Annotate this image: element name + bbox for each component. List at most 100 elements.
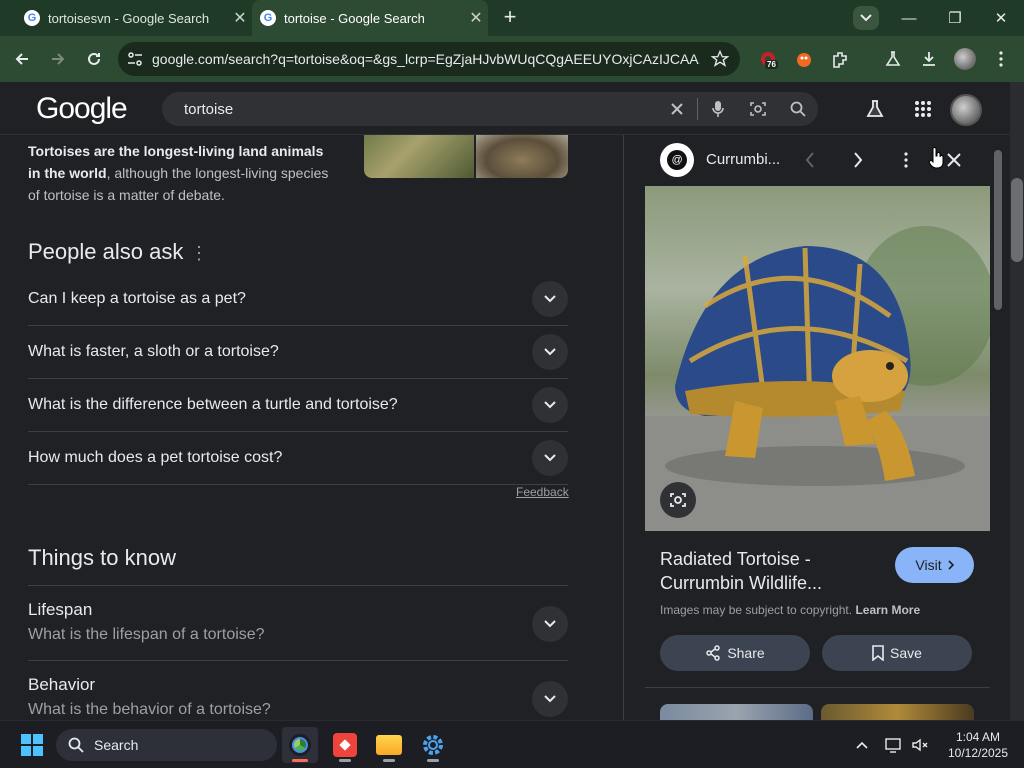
save-button[interactable]: Save	[822, 635, 972, 671]
item-heading: Lifespan	[28, 600, 93, 619]
google-account-avatar[interactable]	[950, 94, 982, 126]
google-apps-grid-icon[interactable]	[910, 96, 936, 122]
tortoise-shell-thumbnail-image[interactable]	[476, 135, 568, 178]
tab-tortoise[interactable]: G tortoise - Google Search ✕	[252, 0, 488, 36]
taskbar-search-box[interactable]: Search	[56, 729, 277, 761]
show-hidden-icons-chevron-icon[interactable]	[852, 735, 872, 755]
url-text[interactable]: google.com/search?q=tortoise&oq=&gs_lcrp…	[152, 51, 700, 67]
close-tab-icon[interactable]: ✕	[228, 8, 252, 28]
active-indicator	[292, 759, 308, 762]
item-heading: Behavior	[28, 675, 96, 694]
source-site-logo[interactable]: @	[660, 143, 694, 177]
next-image-arrow-icon[interactable]	[845, 147, 871, 173]
menu-dots-icon[interactable]	[988, 46, 1014, 72]
share-label: Share	[727, 645, 765, 661]
running-indicator	[427, 759, 439, 762]
search-input[interactable]	[162, 100, 657, 118]
question-text: What is faster, a sloth or a tortoise?	[28, 343, 279, 360]
more-options-icon[interactable]	[893, 147, 919, 173]
paa-question[interactable]: Can I keep a tortoise as a pet?	[28, 273, 568, 326]
things-to-know-item[interactable]: Lifespan What is the lifespan of a torto…	[28, 585, 568, 660]
extension-orange-icon[interactable]	[791, 46, 817, 72]
lens-camera-icon[interactable]	[738, 100, 778, 118]
more-options-icon[interactable]: ⋮	[190, 243, 208, 264]
paa-question[interactable]: What is faster, a sloth or a tortoise?	[28, 326, 568, 379]
feedback-link[interactable]: Feedback	[516, 485, 569, 499]
labs-flask-icon[interactable]	[880, 46, 906, 72]
download-icon[interactable]	[916, 46, 942, 72]
clear-search-icon[interactable]	[657, 102, 697, 116]
tortoise-thumbnail-image[interactable]	[364, 135, 474, 178]
expand-chevron-icon[interactable]	[532, 387, 568, 423]
share-button[interactable]: Share	[660, 635, 810, 671]
things-to-know-item[interactable]: Behavior What is the behavior of a torto…	[28, 660, 568, 720]
address-bar[interactable]: google.com/search?q=tortoise&oq=&gs_lcrp…	[118, 42, 740, 76]
close-tab-icon[interactable]: ✕	[464, 8, 488, 28]
knowledge-snippet: Tortoises are the longest-living land an…	[28, 140, 338, 206]
network-display-icon[interactable]	[884, 735, 904, 755]
previous-image-arrow-icon[interactable]	[797, 147, 823, 173]
new-tab-plus-icon[interactable]: +	[498, 6, 522, 30]
clock-date: 10/12/2025	[947, 746, 1009, 760]
copyright-text: Images may be subject to copyright.	[660, 603, 853, 617]
panel-divider	[645, 687, 990, 688]
source-site-name[interactable]: Currumbi...	[706, 151, 780, 168]
running-indicator	[339, 759, 351, 762]
image-result-title[interactable]: Radiated Tortoise - Currumbin Wildlife..…	[660, 547, 880, 595]
forward-arrow-icon[interactable]	[45, 46, 71, 72]
tab-tortoisesvn[interactable]: G tortoisesvn - Google Search ✕	[16, 0, 252, 36]
panel-scrollbar-thumb[interactable]	[994, 150, 1002, 310]
paa-question[interactable]: How much does a pet tortoise cost?	[28, 432, 568, 485]
expand-chevron-icon[interactable]	[532, 440, 568, 476]
expand-chevron-icon[interactable]	[532, 281, 568, 317]
search-results: Tortoises are the longest-living land an…	[0, 135, 624, 720]
minimize-icon[interactable]: —	[886, 0, 932, 36]
taskbar-search-label: Search	[94, 737, 139, 753]
question-text: What is the difference between a turtle …	[28, 396, 398, 413]
bookmark-star-icon[interactable]	[700, 50, 740, 68]
taskbar-file-explorer-icon[interactable]	[371, 727, 407, 763]
page-scrollbar-thumb[interactable]	[1011, 178, 1023, 262]
question-text: Can I keep a tortoise as a pet?	[28, 290, 246, 307]
taskbar-chrome-canary-icon[interactable]	[282, 727, 318, 763]
expand-chevron-icon[interactable]	[532, 681, 568, 717]
search-magnifier-icon[interactable]	[778, 101, 818, 117]
taskbar-settings-gear-icon[interactable]	[415, 727, 451, 763]
reload-icon[interactable]	[81, 46, 107, 72]
close-window-icon[interactable]: ✕	[978, 0, 1024, 36]
people-also-ask-heading: People also ask	[28, 239, 184, 264]
search-icon	[68, 737, 84, 753]
search-labs-flask-icon[interactable]	[862, 96, 888, 122]
extension-badge: 76	[765, 60, 778, 69]
expand-chevron-icon[interactable]	[532, 606, 568, 642]
radiated-tortoise-image[interactable]	[645, 186, 990, 531]
tab-strip: G tortoisesvn - Google Search ✕ G tortoi…	[0, 0, 1024, 36]
system-clock[interactable]: 1:04 AM 10/12/2025	[936, 729, 1020, 761]
extensions-puzzle-icon[interactable]	[827, 46, 853, 72]
google-logo[interactable]: Google	[36, 92, 128, 126]
google-search-box[interactable]	[162, 92, 818, 126]
google-favicon-icon: G	[260, 10, 276, 26]
tab-search-chevron-icon[interactable]	[853, 6, 879, 30]
screen: { "browser": { "tabs": [ {"title": "tort…	[0, 0, 1024, 768]
site-info-icon[interactable]	[118, 52, 152, 66]
maximize-icon[interactable]: ❐	[932, 0, 978, 36]
back-arrow-icon[interactable]	[9, 46, 35, 72]
learn-more-link[interactable]: Learn More	[855, 603, 920, 617]
close-panel-icon[interactable]	[941, 147, 967, 173]
taskbar-anydesk-icon[interactable]	[327, 727, 363, 763]
column-divider	[623, 135, 624, 720]
paa-question[interactable]: What is the difference between a turtle …	[28, 379, 568, 432]
windows-start-icon[interactable]	[20, 733, 44, 762]
visit-label: Visit	[915, 557, 942, 573]
google-favicon-icon: G	[24, 10, 40, 26]
voice-search-mic-icon[interactable]	[698, 100, 738, 118]
profile-avatar-icon[interactable]	[952, 46, 978, 72]
tab-title: tortoise - Google Search	[284, 10, 425, 26]
expand-chevron-icon[interactable]	[532, 334, 568, 370]
visit-button[interactable]: Visit	[895, 547, 974, 583]
visual-search-lens-icon[interactable]	[660, 482, 696, 518]
image-preview-panel: @ Currumbi... Radiated Tortoise - Currum…	[645, 135, 990, 724]
browser-toolbar: google.com/search?q=tortoise&oq=&gs_lcrp…	[0, 36, 1024, 82]
volume-muted-icon[interactable]	[910, 735, 930, 755]
